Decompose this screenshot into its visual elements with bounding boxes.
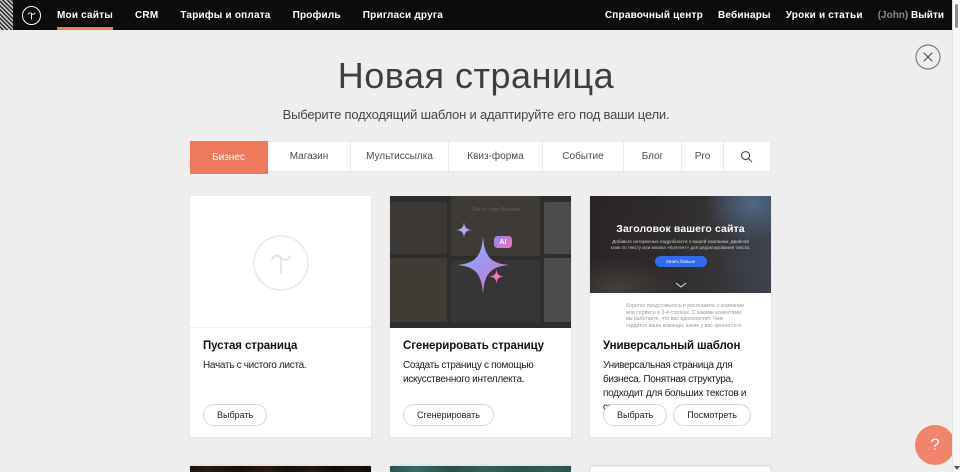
- card-description: Создать страницу с помощью искусственног…: [403, 359, 561, 387]
- search-icon: [740, 150, 753, 163]
- page-scrollbar[interactable]: [952, 0, 960, 472]
- universal-preview: Заголовок вашего сайта Добавьте интересн…: [590, 196, 771, 328]
- tab-pro[interactable]: Pro: [682, 142, 724, 171]
- ai-preview: Title of Your Website AI: [390, 196, 571, 328]
- template-category-tabs: Бизнес Магазин Мультиссылка Квиз-форма С…: [190, 141, 771, 172]
- template-body-text: Коротко представьтесь и расскажите о ком…: [590, 293, 771, 328]
- nav-help-center[interactable]: Справочный центр: [605, 0, 703, 30]
- template-hero-subheading: Добавьте интересные подробности о вашей …: [610, 239, 751, 250]
- tab-multilink[interactable]: Мультиссылка: [351, 142, 449, 171]
- select-template-button[interactable]: Выбрать: [603, 404, 667, 426]
- close-icon: [915, 44, 941, 70]
- generate-button[interactable]: Сгенерировать: [403, 404, 494, 426]
- topbar-nav-right: Справочный центр Вебинары Уроки и статьи…: [605, 0, 944, 30]
- card-title: Универсальный шаблон: [603, 340, 758, 352]
- next-template-row: [190, 466, 771, 472]
- preview-template-button[interactable]: Посмотреть: [673, 404, 751, 426]
- tab-event[interactable]: Событие: [543, 142, 624, 171]
- user-logout[interactable]: (John) Выйти: [878, 10, 944, 21]
- card-universal-template[interactable]: Заголовок вашего сайта Добавьте интересн…: [590, 196, 771, 437]
- card-ai-generate[interactable]: Title of Your Website AI: [390, 196, 571, 437]
- edge-texture: [0, 0, 13, 30]
- template-card-partial[interactable]: [590, 466, 771, 472]
- select-blank-button[interactable]: Выбрать: [203, 404, 267, 426]
- blank-page-preview: [190, 196, 371, 328]
- logout-link[interactable]: Выйти: [911, 10, 944, 21]
- nav-webinars[interactable]: Вебинары: [718, 0, 771, 30]
- template-card-partial[interactable]: [390, 466, 571, 472]
- nav-crm[interactable]: CRM: [135, 0, 158, 30]
- template-card-partial[interactable]: [190, 466, 371, 472]
- nav-invite-friend[interactable]: Пригласи друга: [363, 0, 443, 30]
- card-title: Сгенерировать страницу: [403, 340, 558, 352]
- tilda-logo-icon: [26, 10, 37, 21]
- page-title: Новая страница: [0, 55, 952, 97]
- tab-store[interactable]: Магазин: [268, 142, 351, 171]
- topbar-nav-left: Мои сайты CRM Тарифы и оплата Профиль Пр…: [57, 0, 443, 30]
- tilda-watermark: [253, 235, 309, 291]
- scrollbar-thumb[interactable]: [954, 3, 959, 29]
- card-blank-page[interactable]: Пустая страница Начать с чистого листа. …: [190, 196, 371, 437]
- tilda-logo[interactable]: [22, 6, 41, 25]
- ai-badge: AI: [494, 236, 512, 248]
- nav-lessons[interactable]: Уроки и статьи: [786, 0, 863, 30]
- template-hero-heading: Заголовок вашего сайта: [590, 223, 771, 235]
- template-hero: Заголовок вашего сайта Добавьте интересн…: [590, 196, 771, 293]
- nav-tariffs[interactable]: Тарифы и оплата: [180, 0, 270, 30]
- tab-quiz-form[interactable]: Квиз-форма: [449, 142, 543, 171]
- tilda-watermark-icon: [266, 248, 296, 278]
- user-name: (John): [878, 10, 909, 21]
- page-subtitle: Выберите подходящий шаблон и адаптируйте…: [0, 107, 952, 122]
- card-description: Начать с чистого листа.: [203, 359, 361, 373]
- scrollbar-down-arrow[interactable]: [954, 466, 960, 470]
- tab-business[interactable]: Бизнес: [190, 141, 268, 174]
- chevron-down-icon: [675, 282, 687, 288]
- template-cards: Пустая страница Начать с чистого листа. …: [190, 196, 771, 437]
- topbar: Мои сайты CRM Тарифы и оплата Профиль Пр…: [0, 0, 960, 30]
- card-title: Пустая страница: [203, 340, 358, 352]
- help-button[interactable]: ?: [915, 425, 955, 465]
- search-tab[interactable]: [724, 142, 769, 171]
- template-hero-cta: Узнать больше: [655, 256, 707, 267]
- close-button[interactable]: [915, 44, 941, 70]
- nav-my-sites[interactable]: Мои сайты: [57, 0, 113, 30]
- nav-profile[interactable]: Профиль: [293, 0, 341, 30]
- sparkle-small-icon: [489, 269, 504, 284]
- tab-blog[interactable]: Блог: [624, 142, 682, 171]
